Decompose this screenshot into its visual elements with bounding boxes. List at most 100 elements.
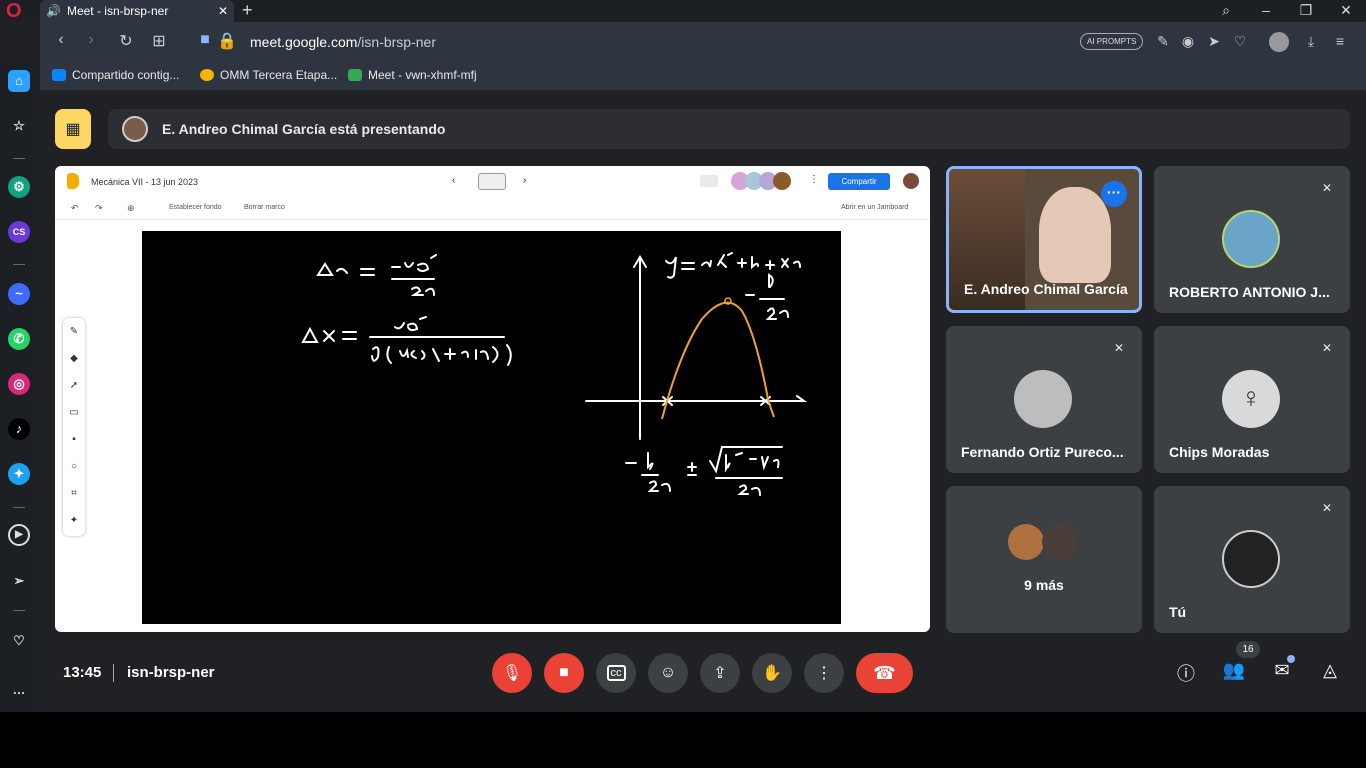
edit-icon[interactable]: ✎ xyxy=(1154,33,1172,50)
speed-dial-icon[interactable]: ⊞ xyxy=(148,31,170,51)
presenting-banner: E. Andreo Chimal García está presentando xyxy=(108,109,1350,149)
pinboard-icon[interactable]: ☆ xyxy=(8,115,30,137)
hand-icon: ✋ xyxy=(762,665,782,682)
reload-icon[interactable]: ↻ xyxy=(115,31,137,51)
others-tile[interactable]: 9 más xyxy=(946,486,1142,633)
send-flow-icon[interactable]: ➢ xyxy=(8,570,30,592)
chatsonic-icon[interactable]: CS xyxy=(8,221,30,243)
emoji-icon: ☺ xyxy=(659,664,677,681)
people-icon[interactable]: 👥 xyxy=(1221,660,1247,686)
presenting-icon[interactable]: ▦ xyxy=(55,109,91,149)
url-host: meet.google.com xyxy=(250,34,358,50)
camera-site-icon[interactable]: ■ xyxy=(194,31,216,49)
tiktok-icon[interactable]: ♪ xyxy=(8,418,30,440)
bookmark-item[interactable]: Compartido contig... xyxy=(52,68,179,82)
tab-close-icon[interactable]: ✕ xyxy=(218,4,228,18)
close-window-icon[interactable]: ✕ xyxy=(1334,0,1358,22)
participant-tile[interactable]: ✕ Fernando Ortiz Pureco... xyxy=(946,326,1142,473)
home-icon[interactable]: ⌂ xyxy=(8,70,30,92)
back-icon[interactable]: ‹ xyxy=(50,31,72,49)
mic-toggle-button[interactable]: 🎙 xyxy=(492,653,532,693)
participant-tile-presenter[interactable]: ··· E. Andreo Chimal García xyxy=(946,166,1142,313)
menu-icon[interactable]: ≡ xyxy=(1331,33,1349,49)
shared-screen[interactable]: Mecánica VII - 13 jun 2023 ‹ › ⋮ Compart… xyxy=(55,166,930,632)
select-icon: ➚ xyxy=(69,380,79,391)
open-in-jamboard-label: Abrir en un Jamboard xyxy=(841,204,909,211)
camera-toggle-button[interactable]: ■ xyxy=(544,653,584,693)
jamboard-title: Mecánica VII - 13 jun 2023 xyxy=(91,177,199,187)
chat-icon[interactable]: ✉ xyxy=(1269,660,1295,686)
mic-off-icon: 🎙 xyxy=(501,665,523,682)
lock-icon[interactable]: 🔒 xyxy=(216,31,238,51)
more-participants-label: 9 más xyxy=(1024,577,1064,593)
participant-tile[interactable]: ✕ ♀ Chips Moradas xyxy=(1154,326,1350,473)
minimize-icon[interactable]: – xyxy=(1254,0,1278,22)
avatar xyxy=(1222,530,1280,588)
participant-tile[interactable]: ✕ ROBERTO ANTONIO J... xyxy=(1154,166,1350,313)
more-icon[interactable]: … xyxy=(8,679,30,701)
search-tabs-icon[interactable]: ⌕ xyxy=(1214,0,1238,22)
opera-logo-icon[interactable]: O xyxy=(6,1,28,21)
meeting-info-icon[interactable]: ⓘ xyxy=(1173,660,1199,686)
new-tab-icon[interactable]: + xyxy=(242,0,253,20)
bookmark-item[interactable]: Meet - vwn-xhmf-mfj xyxy=(348,68,477,82)
avatar xyxy=(1222,210,1280,268)
avatar xyxy=(1042,524,1078,560)
browser-tab[interactable]: 🔊 Meet - isn-brsp-ner ✕ xyxy=(40,0,234,22)
whatsapp-icon[interactable]: ✆ xyxy=(8,328,30,350)
sidebar-divider xyxy=(13,610,25,611)
snapshot-icon[interactable]: ◉ xyxy=(1179,33,1197,50)
forward-icon[interactable]: › xyxy=(80,31,102,49)
presenting-text: E. Andreo Chimal García está presentando xyxy=(162,121,446,137)
url-path: /isn-brsp-ner xyxy=(357,34,436,50)
url-field[interactable]: meet.google.com/isn-brsp-ner xyxy=(250,34,436,50)
instagram-icon[interactable]: ◎ xyxy=(8,373,30,395)
download-icon[interactable]: ⤓ xyxy=(1302,33,1320,50)
participant-name: ROBERTO ANTONIO J... xyxy=(1169,284,1330,300)
address-bar: ‹ › ↻ ⊞ ■ 🔒 meet.google.com/isn-brsp-ner… xyxy=(40,22,1366,62)
favorites-icon[interactable]: ♡ xyxy=(8,630,30,652)
profile-icon[interactable] xyxy=(1269,32,1289,52)
jam-more-icon: ⋮ xyxy=(809,174,819,185)
bookmarks-bar: Compartido contig... OMM Tercera Etapa..… xyxy=(40,62,1366,90)
more-options-button[interactable]: ⋮ xyxy=(804,653,844,693)
tab-title: Meet - isn-brsp-ner xyxy=(66,4,169,18)
tab-audio-icon[interactable]: 🔊 xyxy=(46,4,61,18)
sticky-note-icon: ▭ xyxy=(69,407,79,418)
ai-prompts-button[interactable]: AI PROMPTS xyxy=(1080,33,1144,50)
clear-frame-label: Borrar marco xyxy=(244,204,285,211)
prev-frame-icon: ‹ xyxy=(452,175,456,186)
messenger-icon[interactable]: ~ xyxy=(8,283,30,305)
frame-bar-icon xyxy=(478,173,506,190)
more-vert-icon: ⋮ xyxy=(816,665,832,682)
laser-icon: ✦ xyxy=(69,515,79,526)
present-button[interactable]: ⇪ xyxy=(700,653,740,693)
leave-call-button[interactable]: ☎ xyxy=(856,653,913,693)
sidebar-divider xyxy=(13,158,25,159)
jamboard-toolbar: ↶ ↷ ⊕ Establecer fondo Borrar marco Abri… xyxy=(55,198,930,220)
send-icon[interactable]: ➤ xyxy=(1205,33,1223,50)
participant-name: Tú xyxy=(1169,604,1187,620)
jamboard-logo-icon xyxy=(67,173,79,189)
participants-count-badge: 16 xyxy=(1236,641,1260,658)
clock: 13:45 xyxy=(63,664,102,681)
textbox-icon: ⌗ xyxy=(71,488,77,499)
raise-hand-button[interactable]: ✋ xyxy=(752,653,792,693)
onedrive-icon xyxy=(52,69,66,81)
captions-icon: cc xyxy=(606,665,626,681)
reactions-button[interactable]: ☺ xyxy=(648,653,688,693)
self-tile[interactable]: ✕ Tú xyxy=(1154,486,1350,633)
more-options-icon[interactable]: ··· xyxy=(1101,181,1127,207)
restore-icon[interactable]: ❐ xyxy=(1294,0,1318,22)
mic-off-icon: ✕ xyxy=(1321,341,1333,355)
meet-jam-icon xyxy=(700,175,718,187)
participant-name: E. Andreo Chimal García xyxy=(964,281,1128,297)
heart-icon[interactable]: ♡ xyxy=(1231,33,1249,50)
jamboard-share-button: Compartir xyxy=(828,173,890,190)
activities-icon[interactable]: ◬ xyxy=(1317,660,1343,686)
player-icon[interactable]: ▶ xyxy=(8,524,30,546)
twitter-icon[interactable]: ✦ xyxy=(8,463,30,485)
chatgpt-icon[interactable]: ⚙ xyxy=(8,176,30,198)
captions-button[interactable]: cc xyxy=(596,653,636,693)
bookmark-item[interactable]: OMM Tercera Etapa... xyxy=(200,68,337,82)
